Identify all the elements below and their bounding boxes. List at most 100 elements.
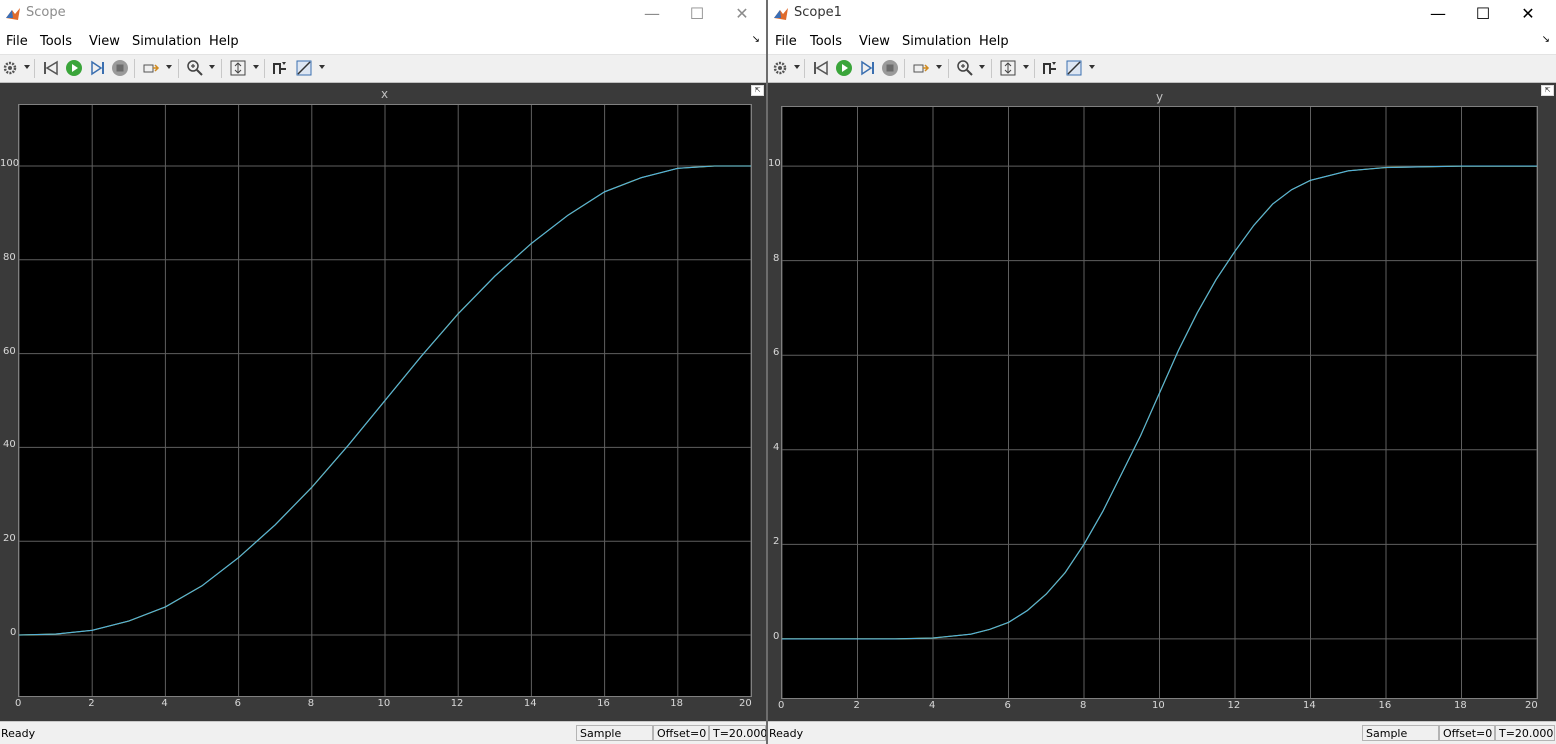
step-forward-icon[interactable] (88, 59, 106, 77)
status-offset: Offset=0 (1439, 725, 1495, 741)
status-bar: Ready Sample based Offset=0 T=20.000 (0, 721, 766, 744)
autoscale-icon[interactable] (999, 59, 1017, 77)
zoom-in-icon[interactable] (956, 59, 974, 77)
plot-area: ⇱ y 0 2 4 6 8 10 12 14 16 18 20 0 2 4 6 8 10 (768, 83, 1556, 722)
autoscale-dropdown-icon[interactable] (1023, 65, 1029, 69)
zoom-in-icon[interactable] (186, 59, 204, 77)
settings-gear-icon[interactable] (1, 59, 19, 77)
toolbar-separator (134, 59, 135, 78)
minimize-button[interactable]: — (630, 2, 674, 26)
x-tick-label: 16 (597, 698, 610, 709)
zoom-dropdown-icon[interactable] (979, 65, 985, 69)
x-tick-label: 20 (739, 698, 752, 709)
measurements-dropdown-icon[interactable] (319, 65, 325, 69)
menu-help[interactable]: Help (209, 34, 239, 49)
toolbar-separator (804, 59, 805, 78)
toolbar-separator (178, 59, 179, 78)
step-forward-icon[interactable] (858, 59, 876, 77)
axes[interactable] (781, 106, 1538, 699)
stop-icon[interactable] (111, 59, 129, 77)
toolbar-separator (264, 59, 265, 78)
x-tick-label: 10 (1152, 700, 1165, 711)
window-title: Scope (26, 5, 66, 20)
signal-select-icon[interactable] (142, 59, 160, 77)
settings-dropdown-icon[interactable] (24, 65, 30, 69)
menu-bar: File Tools View Simulation Help ↘ (768, 28, 1556, 55)
menu-bar: File Tools View Simulation Help ↘ (0, 28, 766, 55)
x-tick-label: 4 (161, 698, 168, 709)
step-back-icon[interactable] (812, 59, 830, 77)
axes-title: y (1156, 90, 1164, 104)
plot-canvas (19, 105, 751, 696)
menu-tools[interactable]: Tools (810, 34, 842, 49)
zoom-dropdown-icon[interactable] (209, 65, 215, 69)
x-tick-label: 8 (1080, 700, 1087, 711)
x-tick-label: 10 (377, 698, 391, 709)
x-tick-label: 2 (88, 698, 95, 709)
menu-file[interactable]: File (775, 34, 797, 49)
y-tick-label: 40 (3, 439, 16, 451)
menu-view[interactable]: View (859, 34, 890, 49)
cursor-measurements-icon[interactable] (1065, 59, 1083, 77)
x-tick-label: 18 (670, 698, 684, 709)
close-button[interactable]: ✕ (1506, 2, 1550, 26)
plot-area: ⇱ x 0 2 4 6 8 10 12 14 16 18 20 0 20 40 60 80 100 (0, 83, 766, 722)
triggers-icon[interactable] (1041, 59, 1059, 77)
x-tick-label: 16 (1378, 700, 1392, 711)
autoscale-dropdown-icon[interactable] (253, 65, 259, 69)
signal-dropdown-icon[interactable] (936, 65, 942, 69)
menu-file[interactable]: File (6, 34, 28, 49)
scope-window: Scope — ☐ ✕ File Tools View Simulation H… (0, 0, 766, 744)
run-icon[interactable] (65, 59, 83, 77)
toolbar-separator (1034, 59, 1035, 78)
signal-dropdown-icon[interactable] (166, 65, 172, 69)
title-bar[interactable]: Scope — ☐ ✕ (0, 0, 766, 28)
title-bar[interactable]: Scope1 — ☐ ✕ (768, 0, 1556, 28)
minimize-button[interactable]: — (1416, 2, 1460, 26)
menu-view[interactable]: View (89, 34, 120, 49)
y-tick-label: 60 (3, 345, 16, 357)
y-tick-label: 4 (773, 441, 780, 453)
triggers-icon[interactable] (271, 59, 289, 77)
y-tick-label: 20 (3, 533, 16, 545)
autoscale-icon[interactable] (229, 59, 247, 77)
axes[interactable] (18, 104, 752, 697)
close-button[interactable]: ✕ (720, 2, 764, 26)
menu-overflow-icon[interactable]: ↘ (752, 34, 760, 45)
menu-help[interactable]: Help (979, 34, 1009, 49)
toolbar (768, 55, 1556, 83)
y-tick-label: 10 (768, 158, 781, 170)
menu-overflow-icon[interactable]: ↘ (1542, 34, 1550, 45)
toolbar-separator (948, 59, 949, 78)
undock-icon[interactable]: ⇱ (1541, 85, 1554, 96)
run-icon[interactable] (835, 59, 853, 77)
matlab-logo-icon (773, 6, 789, 22)
y-tick-label: 0 (773, 630, 780, 642)
plot-canvas (782, 107, 1537, 698)
x-tick-label: 8 (307, 698, 315, 709)
x-tick-label: 0 (778, 700, 785, 711)
settings-gear-icon[interactable] (771, 59, 789, 77)
x-tick-label: 14 (1303, 700, 1316, 711)
x-tick-label: 2 (853, 700, 860, 711)
toolbar-separator (34, 59, 35, 78)
menu-simulation[interactable]: Simulation (132, 34, 201, 49)
step-back-icon[interactable] (42, 59, 60, 77)
matlab-logo-icon (5, 6, 21, 22)
cursor-measurements-icon[interactable] (295, 59, 313, 77)
maximize-button[interactable]: ☐ (1461, 2, 1505, 26)
status-ready: Ready (769, 727, 804, 740)
x-tick-label: 18 (1454, 700, 1467, 711)
maximize-button[interactable]: ☐ (675, 2, 719, 26)
signal-select-icon[interactable] (912, 59, 930, 77)
status-time: T=20.000 (1495, 725, 1555, 741)
settings-dropdown-icon[interactable] (794, 65, 800, 69)
undock-icon[interactable]: ⇱ (751, 85, 764, 96)
window-title: Scope1 (794, 5, 842, 20)
menu-tools[interactable]: Tools (40, 34, 72, 49)
menu-simulation[interactable]: Simulation (902, 34, 971, 49)
status-bar: Ready Sample based Offset=0 T=20.000 (768, 721, 1556, 744)
status-time: T=20.000 (709, 725, 766, 741)
measurements-dropdown-icon[interactable] (1089, 65, 1095, 69)
stop-icon[interactable] (881, 59, 899, 77)
